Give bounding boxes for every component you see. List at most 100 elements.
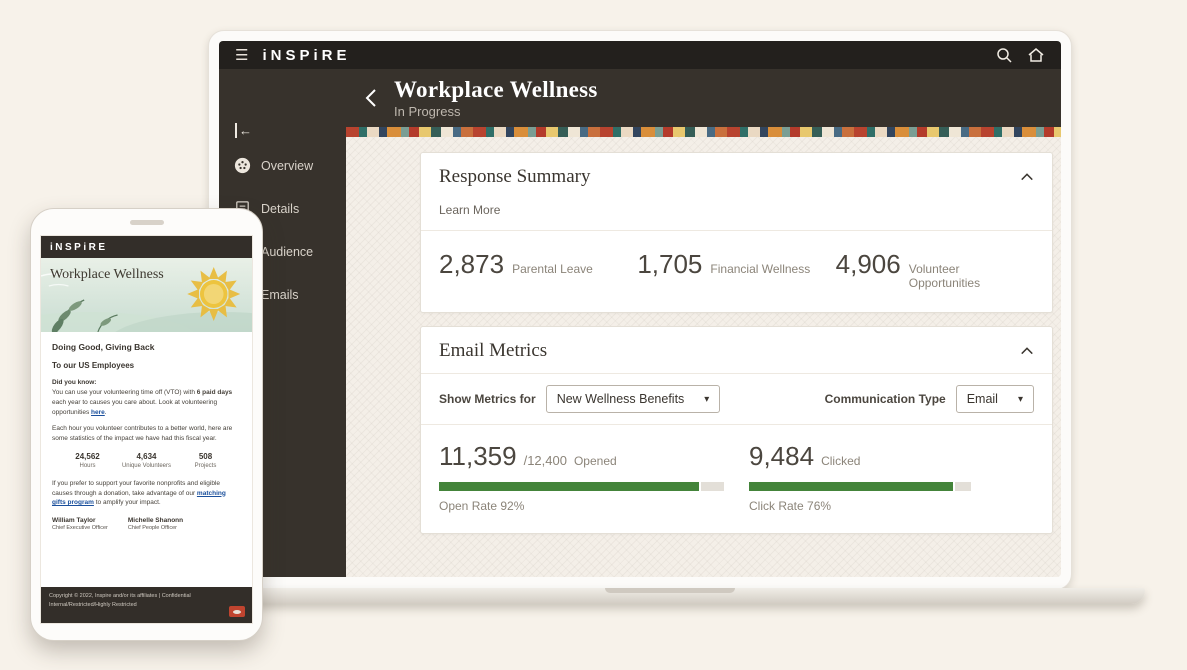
click-rate-text: Click Rate 76% [749,499,1034,513]
email-bar-metrics: 11,359 /12,400 Opened Open Rate 92% [421,425,1052,533]
email-signatures: William Taylor Chief Executive Officer M… [52,517,241,531]
opened-metric: 11,359 /12,400 Opened Open Rate 92% [439,441,749,513]
chevron-down-icon: ▾ [704,394,709,405]
email-metrics-card: Email Metrics Show Metrics for New Welln… [420,326,1053,534]
phone-topbar: iNSPiRE [41,236,252,258]
sidebar-collapse-button[interactable]: ← [219,123,346,144]
email-banner-title: Workplace Wellness [50,267,164,283]
metric-value: 2,873 [439,249,504,280]
brand-badge-icon [229,606,245,617]
search-icon[interactable] [995,46,1013,64]
footer-text: Copyright © 2022, Inspire and/or its aff… [49,593,191,608]
app-logo: iNSPiRE [262,47,350,64]
bold-text: 6 paid days [197,389,232,396]
summary-metrics: 2,873 Parental Leave 1,705 Financial Wel… [421,231,1052,312]
select-value: New Wellness Benefits [557,392,685,406]
email-kicker: Did you know: [52,379,241,386]
email-banner-illustration: Workplace Wellness [41,258,252,332]
email-metrics-header: Email Metrics [421,327,1052,373]
collapse-chevron-icon[interactable] [1020,346,1034,356]
app-topbar: ☰ iNSPiRE [219,41,1061,69]
signer-title: Chief People Officer [128,525,183,531]
laptop-base [195,588,1145,604]
main-content: Response Summary Learn More 2,873 Parent… [346,137,1061,577]
email-footer: Copyright © 2022, Inspire and/or its aff… [41,587,252,623]
opened-metric-top: 11,359 /12,400 Opened [439,441,749,472]
app-body: ← Overview Details [219,69,1061,577]
here-link[interactable]: here [91,409,105,416]
laptop-screen: ☰ iNSPiRE ← Overview [219,41,1061,577]
email-body: Doing Good, Giving Back To our US Employ… [41,332,252,587]
metric-label: Parental Leave [512,262,593,276]
communication-type-select[interactable]: Email ▾ [956,385,1034,413]
metric-parental-leave: 2,873 Parental Leave [439,249,637,290]
open-rate-fill [439,482,701,491]
email-paragraph-1: You can use your volunteering time off (… [52,388,241,417]
collapse-chevron-icon[interactable] [1020,172,1034,182]
text: each year to causes you care about. Look… [52,399,217,416]
phone-speaker [130,220,164,225]
opened-value: 11,359 [439,441,517,472]
signature-2: Michelle Shanonn Chief People Officer [128,517,183,531]
text: . [105,409,107,416]
stat-value: 24,562 [58,452,117,461]
stat-label: Unique Volunteers [117,463,176,469]
communication-type-group: Communication Type Email ▾ [825,385,1034,413]
stat-unique-volunteers: 4,634 Unique Volunteers [117,452,176,469]
sidebar-item-overview[interactable]: Overview [219,144,346,187]
signature-1: William Taylor Chief Executive Officer [52,517,108,531]
signer-title: Chief Executive Officer [52,525,108,531]
clicked-metric: 9,484 Clicked Click Rate 76% [749,441,1034,513]
signer-name: William Taylor [52,517,108,524]
content-column: Workplace Wellness In Progress Response … [346,69,1061,577]
menu-icon[interactable]: ☰ [235,48,248,63]
metric-value: 1,705 [637,249,702,280]
communication-type-label: Communication Type [825,392,946,406]
page-title-block: Workplace Wellness In Progress [394,77,598,119]
metric-label: Volunteer Opportunities [909,262,1034,290]
response-summary-card: Response Summary Learn More 2,873 Parent… [420,152,1053,313]
opened-label: Opened [574,454,617,468]
response-summary-header: Response Summary [421,153,1052,199]
stat-hours: 24,562 Hours [58,452,117,469]
click-rate-fill [749,482,955,491]
overview-icon [233,156,252,175]
text: You can use your volunteering time off (… [52,389,197,396]
sidebar-item-label: Audience [261,245,313,259]
show-metrics-label: Show Metrics for [439,392,536,406]
home-icon[interactable] [1027,46,1045,64]
signer-name: Michelle Shanonn [128,517,183,524]
stat-projects: 508 Projects [176,452,235,469]
clicked-metric-top: 9,484 Clicked [749,441,1034,472]
email-heading: Doing Good, Giving Back [52,342,241,352]
metric-value: 4,906 [836,249,901,280]
select-value: Email [967,392,998,406]
phone-mockup: iNSPiRE [30,208,263,641]
card-title: Email Metrics [439,340,547,362]
email-subheading: To our US Employees [52,361,241,370]
show-metrics-select[interactable]: New Wellness Benefits ▾ [546,385,721,413]
learn-more-link[interactable]: Learn More [421,199,1052,231]
open-rate-text: Open Rate 92% [439,499,749,513]
metric-volunteer-opportunities: 4,906 Volunteer Opportunities [836,249,1034,290]
sidebar-item-label: Details [261,202,299,216]
back-icon[interactable] [364,88,378,108]
decorative-mosaic-strip [346,127,1061,137]
email-paragraph-2: Each hour you volunteer contributes to a… [52,424,241,444]
stat-value: 508 [176,452,235,461]
chevron-down-icon: ▾ [1018,394,1023,405]
page-title: Workplace Wellness [394,77,598,103]
click-rate-progressbar [749,482,971,491]
sidebar-item-label: Overview [261,159,313,173]
opened-total: /12,400 [524,453,567,468]
phone-screen: iNSPiRE [40,235,253,624]
metric-financial-wellness: 1,705 Financial Wellness [637,249,835,290]
text: If you prefer to support your favorite n… [52,480,220,497]
text: to amplify your impact. [94,499,161,506]
laptop-mockup: ☰ iNSPiRE ← Overview [208,30,1072,590]
status-text: In Progress [394,104,598,119]
phone-app-logo: iNSPiRE [50,242,108,253]
collapse-icon: ← [235,123,252,138]
card-title: Response Summary [439,166,590,188]
sidebar-item-label: Emails [261,288,299,302]
